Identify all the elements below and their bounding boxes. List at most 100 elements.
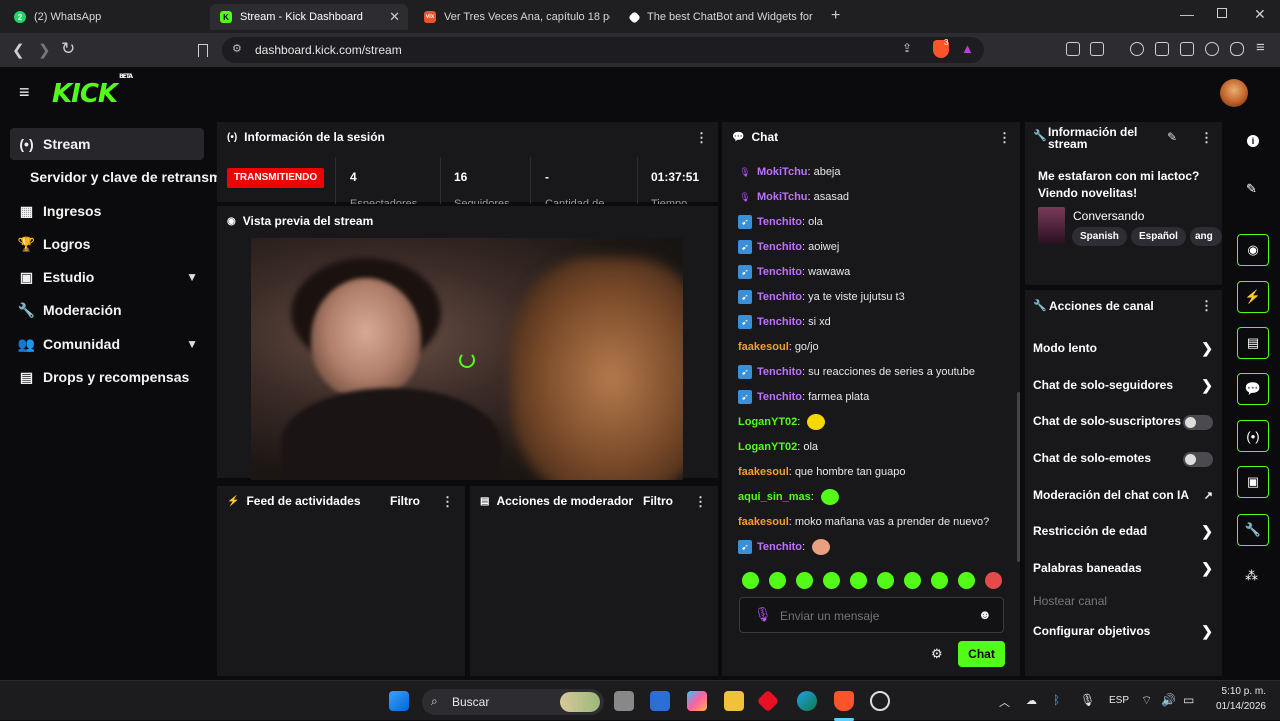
chat-message[interactable]: ➹ Tenchito: ola [738, 214, 823, 230]
taskbar-search[interactable]: ⌕ Buscar [422, 689, 604, 715]
battery-icon[interactable]: ▭ [1183, 693, 1194, 707]
sidebar-item-estudio[interactable]: ▣ Estudio ▼ [10, 261, 204, 293]
tab-tres-veces-ana[interactable]: vix Ver Tres Veces Ana, capítulo 18 por … [414, 4, 610, 30]
chat-message[interactable]: ➹ Tenchito: [738, 539, 831, 555]
reload-icon[interactable]: ↻ [61, 39, 75, 59]
chat-message[interactable]: aqui_sin_mas: [738, 489, 839, 505]
edge-icon[interactable] [797, 691, 817, 711]
clock-time[interactable]: 5:10 p. m. [1221, 686, 1266, 697]
action-followers-only[interactable]: Chat de solo-seguidores ❯ [1033, 377, 1213, 396]
store-icon[interactable] [650, 691, 670, 711]
action-banned-words[interactable]: Palabras baneadas ❯ [1033, 560, 1213, 579]
edit-pencil-icon[interactable]: ✎ [1246, 181, 1257, 197]
rail-apps-icon[interactable]: ⁂ [1245, 568, 1258, 584]
chat-message[interactable]: ➹ Tenchito: si xd [738, 314, 831, 330]
bluetooth-icon[interactable]: ᛒ [1053, 693, 1060, 707]
anydesk-icon[interactable] [756, 689, 780, 713]
emote-icon[interactable] [877, 572, 894, 589]
category-name[interactable]: Conversando [1073, 209, 1144, 223]
more-options-icon[interactable]: ⋮ [694, 494, 707, 510]
emote-icon[interactable] [796, 572, 813, 589]
rail-chat-icon[interactable]: 💬 [1237, 373, 1269, 405]
rail-mod-icon[interactable]: ▣ [1237, 466, 1269, 498]
chat-message-input[interactable] [780, 607, 970, 625]
menu-icon[interactable]: ≡ [1256, 39, 1265, 56]
chat-username[interactable]: Tenchito [757, 541, 802, 553]
clock-date[interactable]: 01/14/2026 [1212, 701, 1266, 712]
emotes-only-toggle[interactable] [1183, 452, 1213, 467]
task-view-icon[interactable] [614, 691, 634, 711]
chat-username[interactable]: Tenchito [757, 316, 802, 328]
forward-icon[interactable]: ❯ [38, 41, 51, 59]
subs-only-toggle[interactable] [1183, 415, 1213, 430]
chat-username[interactable]: Tenchito [757, 391, 802, 403]
hamburger-menu-icon[interactable]: ≡ [19, 82, 30, 103]
sidebar-item-moderacion[interactable]: 🔧 Moderación [10, 294, 204, 326]
chat-message[interactable]: LoganYT02: ola [738, 439, 818, 455]
close-tab-icon[interactable]: ✕ [389, 9, 400, 25]
rail-preview-icon[interactable]: ◉ [1237, 234, 1269, 266]
rail-broadcast-icon[interactable]: (•) [1237, 420, 1269, 452]
sidebar-item-stream[interactable]: (•) Stream [10, 128, 204, 160]
tab-whatsapp[interactable]: 2 (2) WhatsApp [4, 4, 200, 30]
chat-message[interactable]: ➹ Tenchito: farmea plata [738, 389, 869, 405]
sidebar-item-drops[interactable]: ▤ Drops y recompensas [10, 361, 204, 393]
action-set-goals[interactable]: Configurar objetivos ❯ [1033, 623, 1213, 642]
more-options-icon[interactable]: ⋮ [1200, 298, 1213, 314]
sidebar-item-logros[interactable]: 🏆 Logros [10, 228, 204, 260]
kick-logo[interactable]: KICKBETA [52, 73, 133, 109]
chat-username[interactable]: MokiTchu [757, 166, 808, 178]
tag-spanish[interactable]: Spanish [1072, 227, 1127, 246]
bookmark-icon[interactable] [198, 44, 208, 57]
brave-rewards-icon[interactable]: ▲ [961, 41, 974, 56]
rail-document-icon[interactable]: ▤ [1237, 327, 1269, 359]
sidebar-item-ingresos[interactable]: ▦ Ingresos [10, 195, 204, 227]
media-icon[interactable] [1130, 42, 1144, 56]
volume-icon[interactable]: 🔊 [1161, 693, 1176, 707]
tray-chevron-up-icon[interactable]: ︿ [999, 694, 1010, 710]
vpn-icon[interactable] [1230, 42, 1244, 56]
chat-username[interactable]: LoganYT02 [738, 441, 797, 453]
chat-username[interactable]: faakesoul [738, 466, 789, 478]
emote-icon[interactable] [958, 572, 975, 589]
new-tab-button[interactable]: + [831, 7, 840, 25]
leo-ai-icon[interactable] [1205, 42, 1219, 56]
back-icon[interactable]: ❮ [12, 41, 25, 59]
send-chat-button[interactable]: Chat [958, 641, 1005, 667]
chat-input-box[interactable]: 🎙 ☻ [739, 597, 1004, 633]
more-options-icon[interactable]: ⋮ [695, 130, 708, 146]
tag-espanol[interactable]: Español [1131, 227, 1186, 246]
more-options-icon[interactable]: ⋮ [1200, 130, 1213, 146]
mod-filter-button[interactable]: Filtro [643, 494, 673, 508]
avatar[interactable] [1220, 79, 1248, 107]
github-icon[interactable] [870, 691, 890, 711]
tab-kick-dashboard[interactable]: K Stream - Kick Dashboard ✕ [210, 4, 408, 30]
info-icon[interactable]: i [1247, 135, 1259, 147]
address-bar[interactable]: ⚙ dashboard.kick.com/stream ⇪ 3 ▲ [222, 37, 984, 63]
sidebar-toggle-icon[interactable] [1155, 42, 1169, 56]
emote-icon[interactable] [742, 572, 759, 589]
chat-message[interactable]: faakesoul: que hombre tan guapo [738, 464, 906, 480]
emote-icon[interactable] [823, 572, 840, 589]
chat-message[interactable]: LoganYT02: [738, 414, 826, 430]
screenshot-icon[interactable] [1090, 42, 1104, 56]
microphone-icon[interactable]: 🎙 [1080, 693, 1095, 707]
chat-username[interactable]: Tenchito [757, 366, 802, 378]
more-options-icon[interactable]: ⋮ [998, 130, 1011, 146]
share-icon[interactable]: ⇪ [902, 41, 912, 55]
emote-icon[interactable] [769, 572, 786, 589]
chat-message[interactable]: 🎙 MokiTchu: abeja [738, 164, 840, 180]
site-settings-icon[interactable]: ⚙ [232, 42, 242, 55]
chat-username[interactable]: LoganYT02 [738, 416, 797, 428]
chat-username[interactable]: Tenchito [757, 241, 802, 253]
activity-filter-button[interactable]: Filtro [390, 494, 420, 508]
language-indicator[interactable]: ESP [1109, 695, 1129, 706]
chat-message[interactable]: 🎙 MokiTchu: asasad [738, 189, 849, 205]
chat-message[interactable]: ➹ Tenchito: ya te viste jujutsu t3 [738, 289, 905, 305]
action-ai-moderation[interactable]: Moderación del chat con IA ↗ [1033, 488, 1213, 506]
chat-message[interactable]: ➹ Tenchito: aoiwej [738, 239, 839, 255]
chat-message[interactable]: faakesoul: go/jo [738, 339, 819, 355]
chat-scrollbar[interactable] [1017, 392, 1020, 562]
wifi-icon[interactable]: ⌔ [1141, 693, 1152, 708]
rail-lightning-icon[interactable]: ⚡ [1237, 281, 1269, 313]
